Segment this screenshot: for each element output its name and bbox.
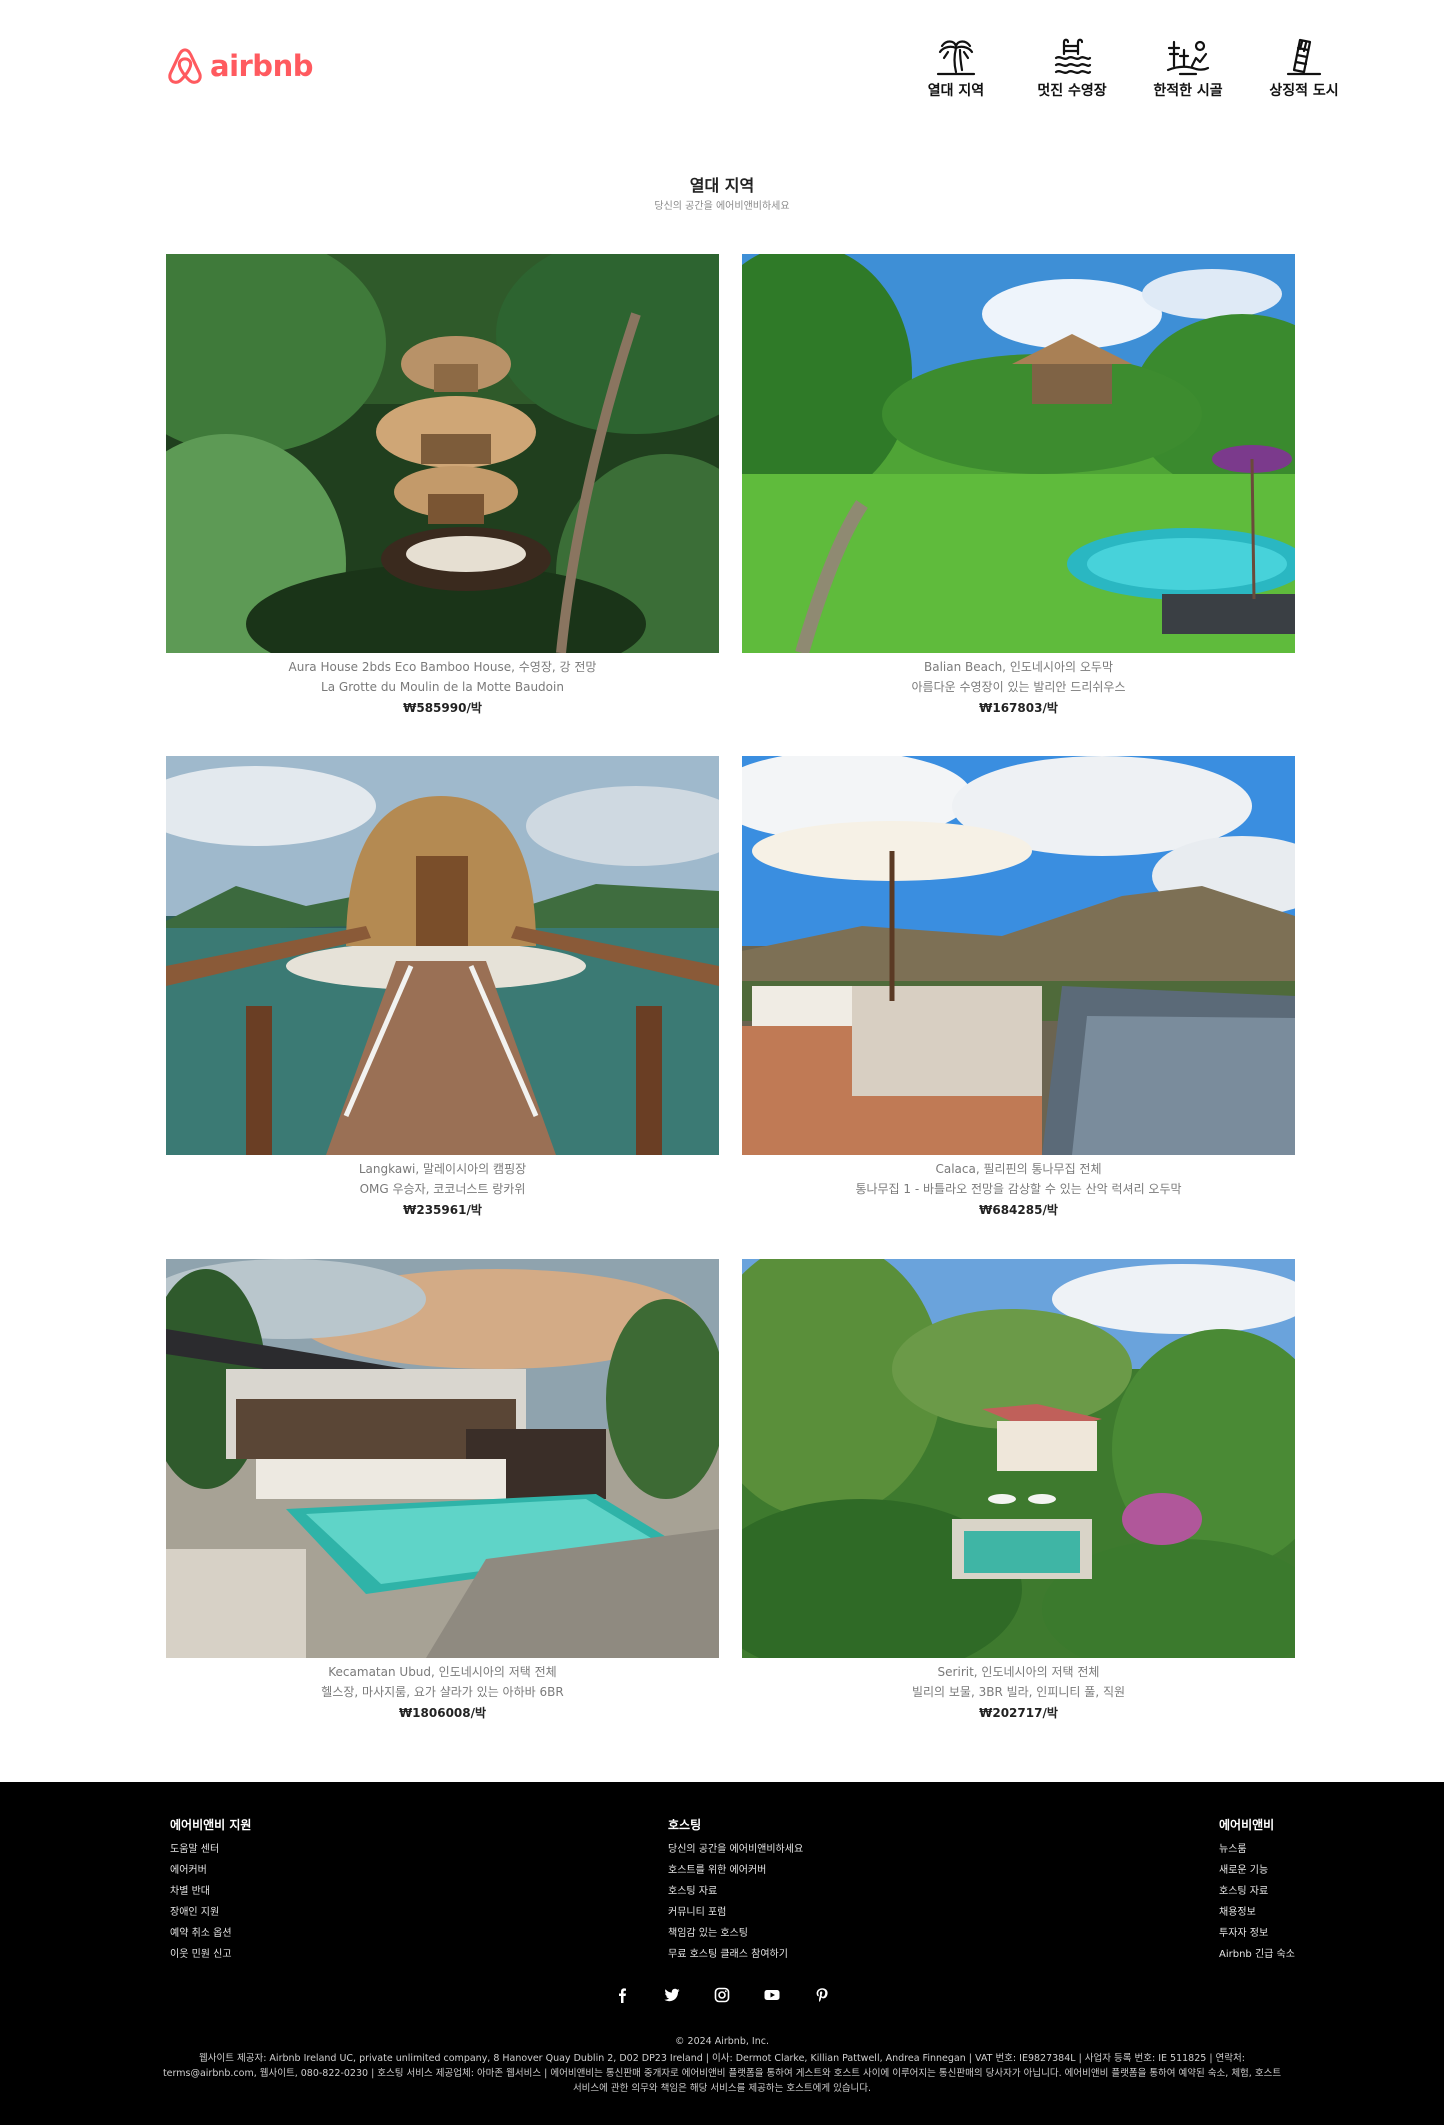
listing-card[interactable]: Langkawi, 말레이시아의 캠핑장 OMG 우승자, 코코너스트 랑카위 … [166, 756, 719, 1221]
footer-link[interactable]: 호스팅 자료 [668, 1881, 803, 1902]
footer-link[interactable]: 책임감 있는 호스팅 [668, 1923, 803, 1944]
listing-price: ₩235961/박 [403, 1203, 482, 1217]
listing-card[interactable]: Kecamatan Ubud, 인도네시아의 저택 전체 헬스장, 마사지룸, … [166, 1259, 719, 1724]
instagram-icon[interactable] [712, 1986, 732, 2004]
airbnb-logo-icon [168, 48, 202, 84]
listing-price: ₩167803/박 [979, 701, 1058, 715]
listing-card[interactable]: Calaca, 필리핀의 통나무집 전체 통나무집 1 - 바틀라오 전망을 감… [742, 756, 1295, 1221]
listing-card[interactable]: Aura House 2bds Eco Bamboo House, 수영장, 강… [166, 254, 719, 719]
category-iconic-cities[interactable]: 상징적 도시 [1246, 36, 1362, 100]
footer-link[interactable]: 무료 호스팅 클래스 참여하기 [668, 1944, 803, 1965]
footer-column-title: 에어비앤비 지원 [170, 1818, 252, 1832]
bamboo-treehouse-jungle-photo[interactable] [166, 254, 719, 653]
footer-link[interactable]: 채용정보 [1219, 1902, 1295, 1923]
footer-column-title: 호스팅 [668, 1818, 702, 1832]
category-label: 멋진 수영장 [1037, 83, 1107, 99]
category-nav: 열대 지역 멋진 수영장 한적한 시골 상징적 도시 [898, 36, 1362, 100]
countryside-icon [1166, 40, 1210, 76]
copyright: © 2024 Airbnb, Inc. [675, 2036, 769, 2047]
footer-link[interactable]: 장애인 지원 [170, 1902, 251, 1923]
footer-link[interactable]: 호스팅 자료 [1219, 1881, 1295, 1902]
listing-card[interactable]: Balian Beach, 인도네시아의 오두막 아름다운 수영장이 있는 발리… [742, 254, 1295, 719]
palm-tree-icon [936, 40, 976, 76]
footer-link[interactable]: 새로운 기능 [1219, 1860, 1295, 1881]
legal-text: 웹사이트 제공자: Airbnb Ireland UC, private unl… [162, 2053, 1282, 2094]
listing-name: 헬스장, 마사지룸, 요가 샬라가 있는 아하바 6BR [321, 1685, 564, 1699]
listing-location: Langkawi, 말레이시아의 캠핑장 [358, 1162, 527, 1176]
footer-link[interactable]: Airbnb 긴급 숙소 [1219, 1944, 1295, 1965]
twitter-icon[interactable] [662, 1986, 682, 2004]
footer-link[interactable]: 커뮤니티 포럼 [668, 1902, 803, 1923]
category-label: 열대 지역 [927, 83, 985, 99]
section-subtitle: 당신의 공간을 에어비앤비하세요 [654, 201, 790, 212]
listing-price: ₩684285/박 [979, 1203, 1058, 1217]
footer-link[interactable]: 에어커버 [170, 1860, 251, 1881]
listing-location: Aura House 2bds Eco Bamboo House, 수영장, 강… [288, 660, 597, 674]
brand-name: airbnb [210, 49, 313, 83]
footer-link[interactable]: 예약 취소 옵션 [170, 1923, 251, 1944]
listing-name: La Grotte du Moulin de la Motte Baudoin [321, 680, 564, 694]
footer-link[interactable]: 도움말 센터 [170, 1839, 251, 1860]
garden-hut-pool-photo[interactable] [742, 254, 1295, 653]
site-header: airbnb 열대 지역 멋진 수영장 한적한 시골 상징적 도시 [0, 0, 1444, 140]
footer-column-airbnb: 에어비앤비 뉴스룸 새로운 기능 호스팅 자료 채용정보 투자자 정보 Airb… [1219, 1816, 1295, 1965]
floating-coconut-hut-photo[interactable] [166, 756, 719, 1155]
footer-column-title: 에어비앤비 [1219, 1818, 1275, 1832]
facebook-icon[interactable] [612, 1986, 632, 2004]
category-pools[interactable]: 멋진 수영장 [1014, 36, 1130, 100]
category-label: 한적한 시골 [1153, 83, 1223, 99]
category-countryside[interactable]: 한적한 시골 [1130, 36, 1246, 100]
category-label: 상징적 도시 [1269, 83, 1339, 99]
section-title: 열대 지역 [689, 176, 755, 195]
youtube-icon[interactable] [762, 1986, 782, 2004]
listing-location: Seririt, 인도네시아의 저택 전체 [937, 1665, 1100, 1679]
listing-location: Balian Beach, 인도네시아의 오두막 [923, 660, 1113, 674]
mountain-view-deck-photo[interactable] [742, 756, 1295, 1155]
footer-link[interactable]: 뉴스룸 [1219, 1839, 1295, 1860]
footer-link[interactable]: 이웃 민원 신고 [170, 1944, 251, 1965]
footer-column-hosting: 호스팅 당신의 공간을 에어비앤비하세요 호스트를 위한 에어커버 호스팅 자료… [668, 1816, 803, 1965]
listing-name: 빌리의 보물, 3BR 빌라, 인피니티 풀, 직원 [911, 1685, 1126, 1699]
listing-price: ₩585990/박 [403, 701, 482, 715]
footer-link[interactable]: 호스트를 위한 에어커버 [668, 1860, 803, 1881]
listing-price: ₩202717/박 [979, 1706, 1058, 1720]
footer-link[interactable]: 차별 반대 [170, 1881, 251, 1902]
listing-name: OMG 우승자, 코코너스트 랑카위 [359, 1182, 526, 1196]
listing-name: 아름다운 수영장이 있는 발리안 드리쉬우스 [911, 680, 1126, 694]
category-tropical[interactable]: 열대 지역 [898, 36, 1014, 100]
pinterest-icon[interactable] [812, 1986, 832, 2004]
social-links [0, 1986, 1444, 2004]
listing-location: Kecamatan Ubud, 인도네시아의 저택 전체 [328, 1665, 557, 1679]
jungle-villa-aerial-photo[interactable] [742, 1259, 1295, 1658]
listing-location: Calaca, 필리핀의 통나무집 전체 [935, 1162, 1102, 1176]
pool-icon [1054, 38, 1092, 74]
listing-price: ₩1806008/박 [398, 1706, 487, 1720]
listing-name: 통나무집 1 - 바틀라오 전망을 감상할 수 있는 산악 럭셔리 오두막 [855, 1182, 1182, 1196]
airbnb-logo[interactable]: airbnb [166, 46, 313, 86]
footer-column-support: 에어비앤비 지원 도움말 센터 에어커버 차별 반대 장애인 지원 예약 취소 … [170, 1816, 251, 1965]
footer-link[interactable]: 투자자 정보 [1219, 1923, 1295, 1944]
listing-card[interactable]: Seririt, 인도네시아의 저택 전체 빌리의 보물, 3BR 빌라, 인피… [742, 1259, 1295, 1724]
leaning-tower-icon [1286, 38, 1322, 76]
modern-villa-pool-photo[interactable] [166, 1259, 719, 1658]
footer-link[interactable]: 당신의 공간을 에어비앤비하세요 [668, 1839, 803, 1860]
site-footer: 에어비앤비 지원 도움말 센터 에어커버 차별 반대 장애인 지원 예약 취소 … [0, 1782, 1444, 2125]
